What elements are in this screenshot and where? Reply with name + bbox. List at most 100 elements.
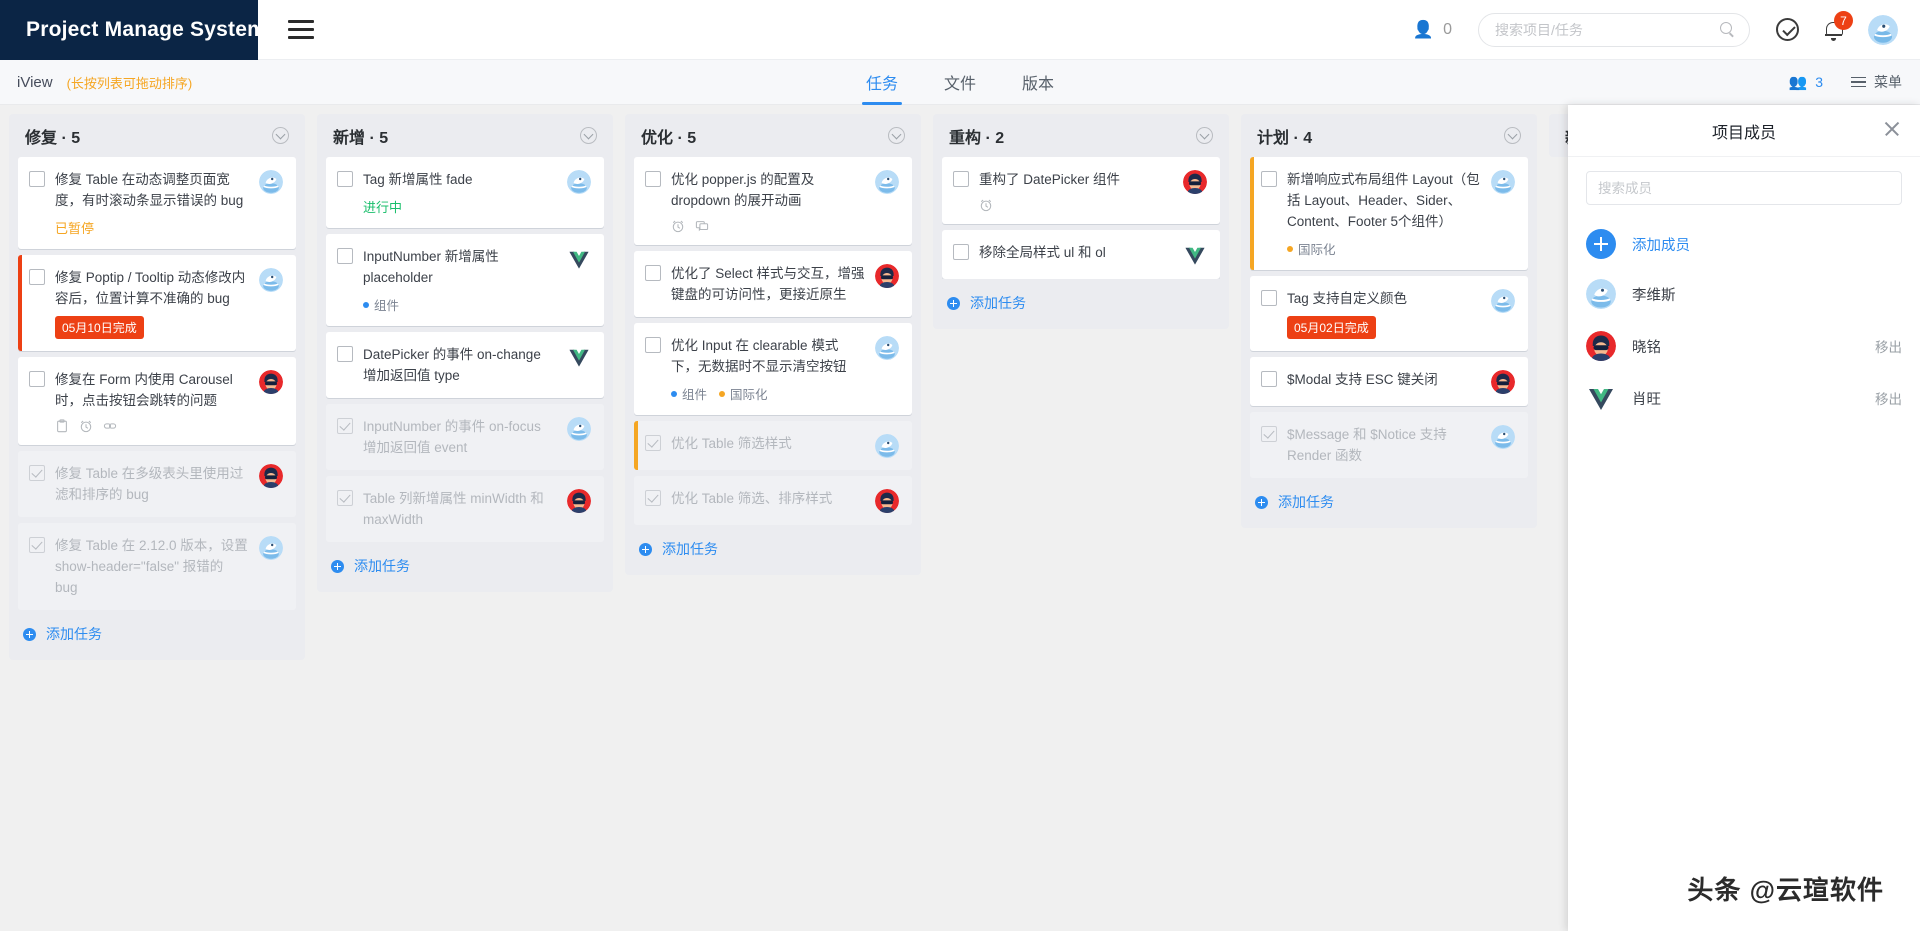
tag-label: 组件 <box>682 388 708 402</box>
chevron-down-icon[interactable] <box>272 127 289 144</box>
column-title: 修复 · 5 <box>25 129 81 147</box>
remove-member-button[interactable]: 移出 <box>1875 336 1902 356</box>
task-card[interactable]: 优化 Table 筛选样式 <box>634 421 912 470</box>
assignee-avatar[interactable] <box>875 170 899 194</box>
tab-tasks[interactable]: 任务 <box>861 60 903 105</box>
task-checkbox[interactable] <box>645 435 661 451</box>
add-task-button[interactable]: 添加任务 <box>933 279 1229 327</box>
notifications-button[interactable]: 7 <box>1825 11 1853 41</box>
task-card[interactable]: 优化 popper.js 的配置及 dropdown 的展开动画 <box>634 157 912 245</box>
task-checkbox[interactable] <box>337 171 353 187</box>
add-task-button[interactable]: 添加任务 <box>1241 478 1537 526</box>
search-icon[interactable] <box>1720 22 1735 37</box>
task-card[interactable]: 重构了 DatePicker 组件 <box>942 157 1220 224</box>
task-card[interactable]: 修复 Table 在多级表头里使用过滤和排序的 bug <box>18 451 296 517</box>
task-checkbox[interactable] <box>645 171 661 187</box>
tab-files[interactable]: 文件 <box>944 60 976 105</box>
project-members-button[interactable]: 👥 3 <box>1789 73 1823 91</box>
task-checkbox[interactable] <box>645 337 661 353</box>
tab-versions[interactable]: 版本 <box>1022 60 1054 105</box>
add-task-button[interactable]: 添加任务 <box>625 525 921 573</box>
assignee-avatar[interactable] <box>1183 243 1207 267</box>
member-row[interactable]: 李维斯 <box>1586 277 1902 311</box>
member-row[interactable]: 肖旺 移出 <box>1586 381 1902 415</box>
assignee-avatar[interactable] <box>567 489 591 513</box>
task-card[interactable]: 修复 Table 在 2.12.0 版本，设置 show-header="fal… <box>18 523 296 610</box>
assignee-avatar[interactable] <box>259 268 283 292</box>
assignee-avatar[interactable] <box>1491 425 1515 449</box>
assignee-avatar[interactable] <box>567 170 591 194</box>
task-card[interactable]: 移除全局样式 ul 和 ol <box>942 230 1220 279</box>
task-card[interactable]: $Modal 支持 ESC 键关闭 <box>1250 357 1528 406</box>
assignee-avatar[interactable] <box>875 336 899 360</box>
task-checkbox[interactable] <box>953 244 969 260</box>
chevron-down-icon[interactable] <box>580 127 597 144</box>
user-avatar[interactable] <box>1868 14 1898 45</box>
task-card[interactable]: Table 列新增属性 minWidth 和 maxWidth <box>326 476 604 542</box>
task-checkbox[interactable] <box>29 537 45 553</box>
assignee-avatar[interactable] <box>259 464 283 488</box>
task-checkbox[interactable] <box>337 346 353 362</box>
task-checkbox[interactable] <box>337 418 353 434</box>
chevron-down-icon[interactable] <box>1196 127 1213 144</box>
hamburger-icon[interactable] <box>288 20 314 39</box>
assignee-avatar[interactable] <box>567 247 591 271</box>
assignee-avatar[interactable] <box>875 434 899 458</box>
members-icon: 👥 <box>1788 74 1808 91</box>
task-checkbox[interactable] <box>1261 426 1277 442</box>
project-menu-button[interactable]: 菜单 <box>1851 72 1902 92</box>
task-card[interactable]: InputNumber 的事件 on-focus 增加返回值 event <box>326 404 604 470</box>
task-checkbox[interactable] <box>1261 371 1277 387</box>
task-card[interactable]: 新增响应式布局组件 Layout（包括 Layout、Header、Sider、… <box>1250 157 1528 270</box>
add-task-button[interactable]: 添加任务 <box>317 542 613 590</box>
search-input[interactable] <box>1493 20 1720 39</box>
alarm-icon <box>980 199 992 212</box>
task-card[interactable]: 优化了 Select 样式与交互，增强键盘的可访问性，更接近原生 <box>634 251 912 317</box>
global-search[interactable] <box>1478 12 1750 47</box>
task-card[interactable]: InputNumber 新增属性 placeholder 组件 <box>326 234 604 326</box>
chevron-down-icon[interactable] <box>888 127 905 144</box>
task-card[interactable]: Tag 支持自定义颜色 05月02日完成 <box>1250 276 1528 351</box>
task-checkbox[interactable] <box>337 490 353 506</box>
task-card[interactable]: Tag 新增属性 fade 进行中 <box>326 157 604 228</box>
remove-member-button[interactable]: 移出 <box>1875 388 1902 408</box>
member-search-input[interactable] <box>1586 171 1902 205</box>
add-member-button[interactable]: 添加成员 <box>1586 229 1902 259</box>
task-card[interactable]: 修复在 Form 内使用 Carousel 时，点击按钮会跳转的问题 <box>18 357 296 445</box>
task-card[interactable]: $Message 和 $Notice 支持 Render 函数 <box>1250 412 1528 478</box>
assignee-avatar[interactable] <box>259 370 283 394</box>
task-checkbox[interactable] <box>29 269 45 285</box>
task-checkbox[interactable] <box>29 171 45 187</box>
close-icon[interactable] <box>1884 121 1900 137</box>
task-checkbox[interactable] <box>29 371 45 387</box>
assignee-avatar[interactable] <box>875 264 899 288</box>
task-check-button[interactable] <box>1776 18 1799 41</box>
assignee-avatar[interactable] <box>875 489 899 513</box>
task-checkbox[interactable] <box>953 171 969 187</box>
assignee-avatar[interactable] <box>1491 370 1515 394</box>
task-checkbox[interactable] <box>337 248 353 264</box>
assignee-avatar[interactable] <box>1491 170 1515 194</box>
assignee-avatar[interactable] <box>1491 289 1515 313</box>
card-content: 修复 Table 在 2.12.0 版本，设置 show-header="fal… <box>55 535 249 598</box>
task-card[interactable]: 优化 Table 筛选、排序样式 <box>634 476 912 525</box>
task-checkbox[interactable] <box>645 265 661 281</box>
assignee-avatar[interactable] <box>259 170 283 194</box>
task-checkbox[interactable] <box>29 465 45 481</box>
assignee-avatar[interactable] <box>567 345 591 369</box>
task-card[interactable]: 优化 Input 在 clearable 模式下，无数据时不显示清空按钮 组件 国际… <box>634 323 912 415</box>
task-card[interactable]: DatePicker 的事件 on-change 增加返回值 type <box>326 332 604 398</box>
chevron-down-icon[interactable] <box>1504 127 1521 144</box>
assignee-avatar[interactable] <box>259 536 283 560</box>
task-checkbox[interactable] <box>645 490 661 506</box>
task-card[interactable]: 修复 Table 在动态调整页面宽度，有时滚动条显示错误的 bug 已暂停 <box>18 157 296 249</box>
task-checkbox[interactable] <box>1261 290 1277 306</box>
assignee-avatar[interactable] <box>1183 170 1207 194</box>
assignee-avatar[interactable] <box>567 417 591 441</box>
task-card[interactable]: 修复 Poptip / Tooltip 动态修改内容后，位置计算不准确的 bug… <box>18 255 296 351</box>
view-tabs: 任务 文件 版本 <box>861 60 1054 105</box>
add-task-button[interactable]: 添加任务 <box>9 610 305 658</box>
task-checkbox[interactable] <box>1261 171 1277 187</box>
member-row[interactable]: 晓铭 移出 <box>1586 329 1902 363</box>
due-date-badge: 05月10日完成 <box>55 316 144 339</box>
